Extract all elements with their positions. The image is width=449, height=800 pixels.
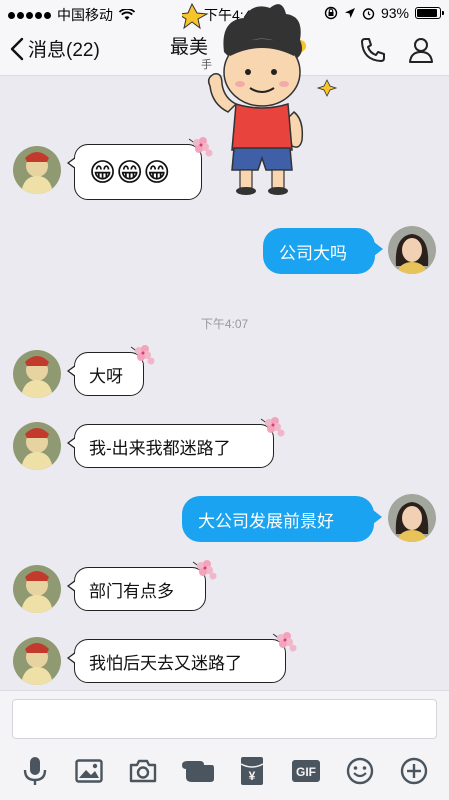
carrier-label: 中国移动 xyxy=(57,7,113,23)
profile-icon[interactable] xyxy=(407,36,435,64)
message-text: 公司大吗 xyxy=(279,243,347,263)
message-bubble[interactable]: 部门有点多 xyxy=(67,560,217,611)
input-toolbar: ¥ GIF xyxy=(0,751,449,791)
message-text: 我怕后天去又迷路了 xyxy=(89,653,242,673)
back-button[interactable]: 消息(22) xyxy=(10,35,100,62)
flower-decoration-icon xyxy=(272,632,297,652)
chevron-left-icon xyxy=(10,37,24,60)
signal-icon xyxy=(8,11,51,19)
poke-icon[interactable] xyxy=(179,753,215,789)
message-text: 我-出来我都迷路了 xyxy=(89,438,231,458)
location-icon xyxy=(344,8,355,18)
message-text: 部门有点多 xyxy=(89,581,174,601)
message-bubble[interactable]: 公司大吗 xyxy=(263,228,383,274)
my-avatar[interactable] xyxy=(388,494,436,542)
flower-decoration-icon xyxy=(130,345,155,365)
emoji-icon[interactable] xyxy=(342,753,378,789)
microphone-icon[interactable] xyxy=(17,753,53,789)
yen-symbol: ¥ xyxy=(248,769,255,783)
battery-percent: 93% xyxy=(380,5,409,21)
gif-label: GIF xyxy=(296,765,316,779)
contact-avatar[interactable] xyxy=(13,637,61,685)
message-text: 大呀 xyxy=(89,366,123,386)
message-bubble[interactable]: 大公司发展前景好 xyxy=(182,496,382,542)
message-bubble[interactable]: 😁😁😁 xyxy=(67,137,213,200)
message-bubble[interactable]: 大呀 xyxy=(67,345,155,396)
contact-avatar[interactable] xyxy=(13,422,61,470)
message-timestamp: 下午4:07 xyxy=(200,317,249,331)
message-text: 大公司发展前景好 xyxy=(198,511,334,531)
contact-avatar[interactable] xyxy=(13,565,61,613)
my-avatar[interactable] xyxy=(388,226,436,274)
message-bubble[interactable]: 我怕后天去又迷路了 xyxy=(67,632,297,683)
contact-avatar[interactable] xyxy=(13,146,61,194)
message-input[interactable] xyxy=(12,699,437,739)
back-label: 消息(22) xyxy=(28,40,100,61)
gif-icon[interactable]: GIF xyxy=(288,753,324,789)
contact-avatar[interactable] xyxy=(13,350,61,398)
phone-icon[interactable] xyxy=(359,36,387,64)
message-bubble[interactable]: 我-出来我都迷路了 xyxy=(67,417,285,468)
cartoon-boy-sticker xyxy=(182,2,338,195)
image-icon[interactable] xyxy=(71,753,107,789)
flower-decoration-icon xyxy=(188,137,213,157)
alarm-icon xyxy=(362,7,375,20)
message-text: 😁😁😁 xyxy=(89,156,171,187)
input-area: ¥ GIF xyxy=(0,690,449,800)
battery-icon xyxy=(415,7,444,19)
wifi-icon xyxy=(119,9,135,20)
flower-decoration-icon xyxy=(260,417,285,437)
camera-icon[interactable] xyxy=(125,753,161,789)
flower-decoration-icon xyxy=(192,560,217,580)
plus-icon[interactable] xyxy=(396,753,432,789)
red-packet-icon[interactable]: ¥ xyxy=(234,753,270,789)
